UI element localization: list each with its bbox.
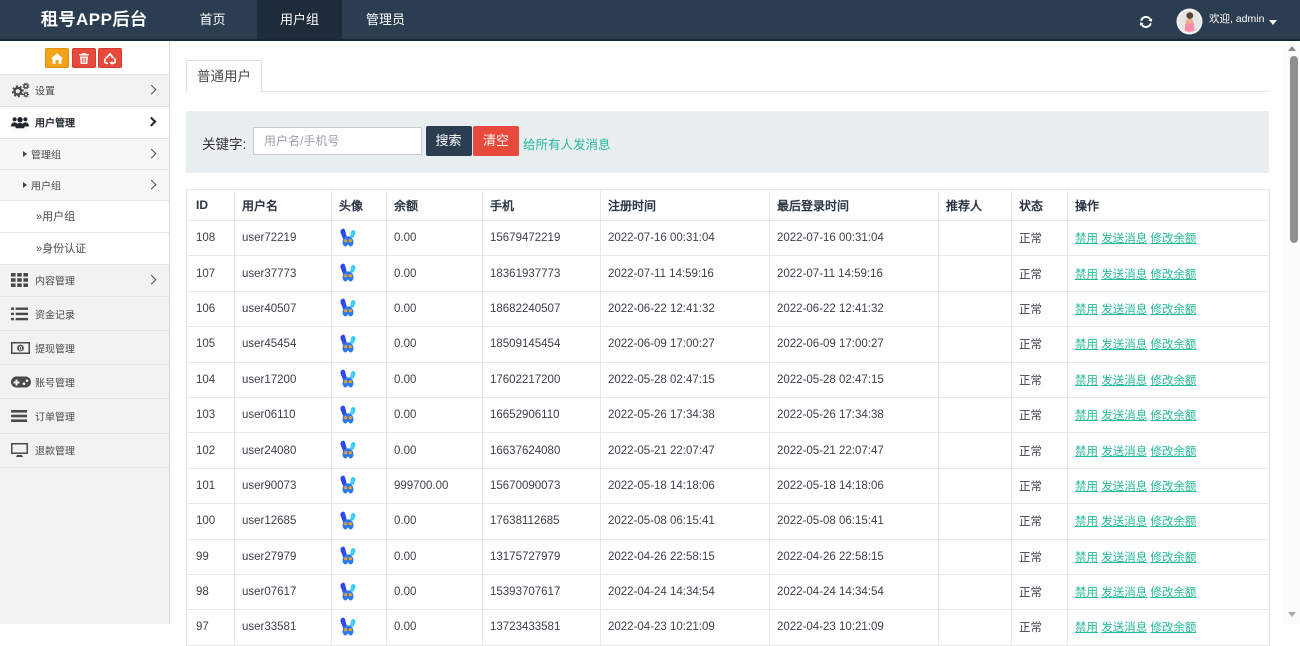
svg-text:0: 0: [19, 345, 23, 352]
